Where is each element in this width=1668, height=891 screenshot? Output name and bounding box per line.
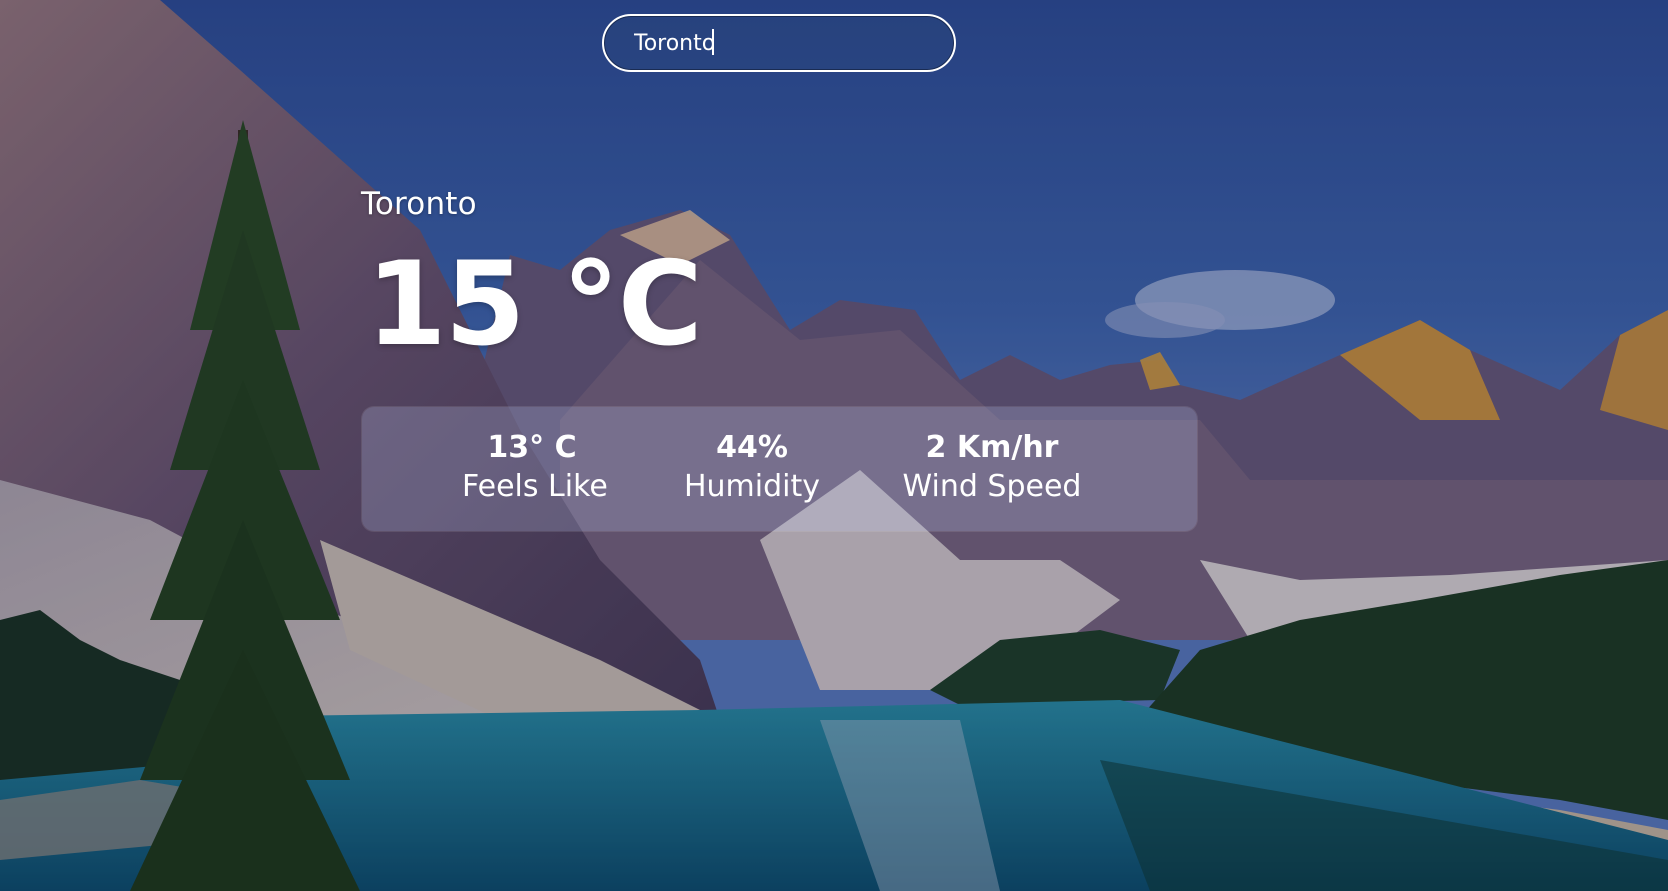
text-cursor <box>712 29 714 55</box>
wind-speed-value: 2 Km/hr <box>925 430 1059 465</box>
humidity-label: Humidity <box>683 469 821 504</box>
wind-speed-label: Wind Speed <box>902 469 1082 504</box>
humidity-stat: 44% Humidity <box>682 429 822 507</box>
feels-like-label: Feels Like <box>462 469 608 504</box>
feels-like-value: 13° C <box>487 430 577 465</box>
humidity-value: 44% <box>716 430 788 465</box>
temperature-reading: 15 °C <box>366 237 703 372</box>
search-input[interactable] <box>634 16 934 70</box>
weather-details-panel: 13° C Feels Like 44% Humidity 2 Km/hr Wi… <box>362 407 1197 531</box>
feels-like-stat: 13° C Feels Like <box>462 429 608 507</box>
weather-app: Toronto 15 °C 13° C Feels Like 44% Humid… <box>0 0 1668 891</box>
search-box[interactable] <box>602 14 956 72</box>
city-name: Toronto <box>361 186 477 222</box>
wind-speed-stat: 2 Km/hr Wind Speed <box>892 429 1092 507</box>
